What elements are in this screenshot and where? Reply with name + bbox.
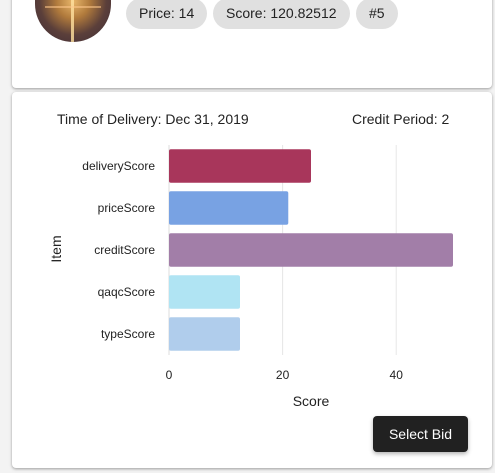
y-tick-label: typeScore [101,327,155,341]
bar-deliveryScore [169,149,311,183]
y-tick-label: priceScore [98,201,156,215]
y-tick-label: creditScore [94,243,155,257]
bar-qaqcScore [169,275,240,309]
select-bid-button[interactable]: Select Bid [373,416,468,452]
x-tick-label: 40 [390,368,404,382]
bar-creditScore [169,233,453,267]
y-axis-label: Item [48,235,64,262]
bar-priceScore [169,191,289,225]
x-tick-label: 20 [276,368,290,382]
x-axis-label: Score [293,393,330,409]
x-tick-label: 0 [166,368,173,382]
y-tick-label: qaqcScore [98,285,156,299]
y-tick-label: deliveryScore [82,159,155,173]
bar-typeScore [169,317,240,351]
score-bar-chart: 0 20 40 deliveryScore priceScore creditScore q… [48,145,453,409]
